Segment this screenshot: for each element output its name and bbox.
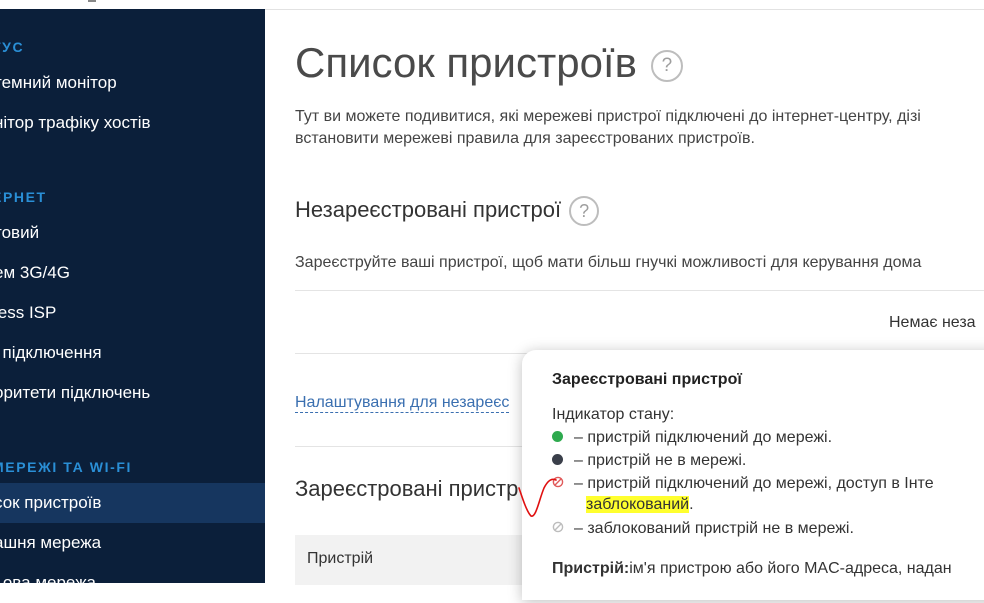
tooltip-line-blocked-continued: заблокований. (586, 496, 694, 514)
unregistered-heading: Незареєстровані пристрої? (295, 196, 600, 226)
sidebar-item-modem[interactable]: ем 3G/4G (0, 253, 265, 293)
divider-1 (295, 290, 984, 291)
top-dash (88, 0, 96, 2)
unregistered-heading-text: Незареєстровані пристрої (295, 196, 562, 222)
sidebar-item-device-list[interactable]: сок пристроїв (0, 483, 265, 523)
column-device[interactable]: Пристрій (307, 550, 373, 568)
sidebar-item-connection-priorities[interactable]: оритети підключень (0, 373, 265, 413)
tooltip-line-blocked-online: – пристрій підключений до мережі, доступ… (552, 475, 934, 493)
tooltip-line-online-text: – пристрій підключений до мережі. (574, 429, 833, 447)
sidebar-section-networks: МЕРЕЖІ ТА WI-FI (0, 459, 132, 475)
tooltip-device-text: ім'я пристрою або його MAC-адреса, надан (629, 560, 952, 577)
blocked-red-icon (552, 476, 564, 488)
tooltip-device-label: Пристрій: (552, 560, 630, 577)
unregistered-text: Зареєструйте ваші пристрої, щоб мати біл… (295, 254, 922, 271)
sidebar-item-wireless-isp[interactable]: less ISP (0, 293, 265, 333)
sidebar-section-internet: ЕРНЕТ (0, 189, 47, 205)
no-unregistered-text: Немає неза (889, 314, 976, 331)
tooltip-line-blocked-offline: – заблокований пристрій не в мережі. (552, 520, 854, 538)
tooltip-status-label: Індикатор стану: (552, 406, 675, 423)
tooltip-line-offline-text: – пристрій не в мережі. (574, 452, 747, 470)
sidebar: ТУС темний монітор нітор трафіку хостів … (0, 9, 265, 592)
page-title-text: Список пристроїв (295, 39, 637, 86)
tooltip-line-blocked-offline-text: – заблокований пристрій не в мережі. (574, 520, 854, 538)
registered-heading: Зареєстровані пристр (295, 476, 519, 501)
description-line-2: встановити мережеві правила для зареєстр… (295, 130, 755, 147)
page-title: Список пристроїв? (295, 39, 683, 87)
highlighted-blocked-word: заблокований (586, 496, 690, 513)
blocked-word-period: . (689, 496, 694, 513)
blocked-gray-icon (552, 521, 564, 533)
unregistered-help-icon[interactable]: ? (569, 196, 600, 226)
tooltip-device-desc: Пристрій:ім'я пристрою або його MAC-адре… (552, 560, 952, 578)
tooltip-title: Зареєстровані пристрої (552, 371, 742, 388)
help-tooltip: Зареєстровані пристрої Індикатор стану: … (522, 350, 984, 600)
sidebar-item-system-monitor[interactable]: темний монітор (0, 63, 265, 103)
dark-dot-icon (552, 454, 563, 465)
sidebar-section-status: ТУС (0, 39, 25, 55)
sidebar-item-other-connections[interactable]: і підключення (0, 333, 265, 373)
sidebar-item-wired[interactable]: товий (0, 213, 265, 253)
description-line-1: Тут ви можете подивитися, які мережеві п… (295, 108, 921, 125)
unregistered-settings-link[interactable]: Налаштування для незареєс (295, 394, 510, 413)
sidebar-item-home-network[interactable]: ашня мережа (0, 523, 265, 563)
tooltip-line-offline: – пристрій не в мережі. (552, 452, 746, 470)
help-icon[interactable]: ? (650, 49, 683, 82)
tooltip-line-online: – пристрій підключений до мережі. (552, 429, 832, 447)
tooltip-line-blocked-online-text: – пристрій підключений до мережі, доступ… (574, 475, 934, 493)
page-description: Тут ви можете подивитися, які мережеві п… (295, 106, 984, 150)
green-dot-icon (552, 431, 563, 442)
sidebar-item-guest-network[interactable]: ьова мережа (0, 563, 265, 603)
sidebar-item-host-traffic[interactable]: нітор трафіку хостів (0, 103, 265, 143)
